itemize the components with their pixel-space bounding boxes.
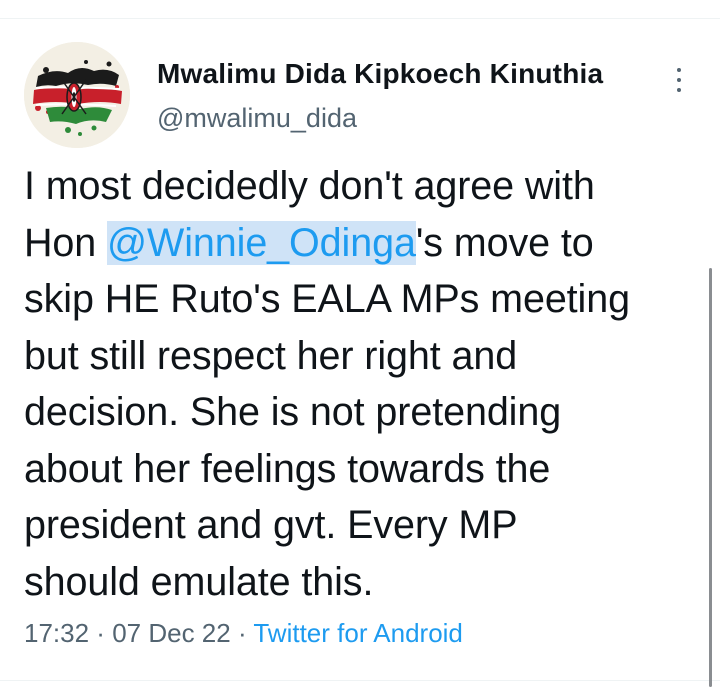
scrollbar[interactable] [709, 268, 712, 687]
kenya-flag-splatter-avatar-icon [24, 42, 130, 148]
more-vertical-icon[interactable] [664, 60, 694, 100]
tweet-line: skip HE Ruto's EALA MPs meeting [24, 277, 630, 321]
source-link[interactable]: Twitter for Android [253, 618, 463, 648]
tweet-line: decision. She is not pretending [24, 390, 562, 434]
tweet-text-segment: Hon [24, 220, 108, 265]
meta-separator: · [230, 618, 254, 648]
tweet-text: I most decidedly don't agree with Hon @W… [24, 158, 704, 610]
avatar[interactable] [24, 42, 130, 148]
tweet-date[interactable]: 07 Dec 22 [112, 618, 231, 648]
mention-link[interactable]: @Winnie_Odinga [107, 220, 416, 265]
bottom-divider [0, 680, 720, 681]
meta-separator: · [89, 618, 113, 648]
display-name[interactable]: Mwalimu Dida Kipkoech Kinuthia [157, 58, 603, 90]
tweet-line: but still respect her right and [24, 333, 518, 378]
tweet-line: Hon @Winnie_Odinga's move to [24, 215, 704, 272]
tweet-time[interactable]: 17:32 [24, 618, 89, 648]
handle[interactable]: @mwalimu_dida [157, 103, 357, 134]
tweet-line: should emulate this. [24, 559, 374, 604]
tweet-text-segment: 's move to [415, 220, 594, 265]
tweet-line: I most decidedly don't agree with [24, 164, 595, 208]
top-divider [0, 18, 720, 19]
tweet-line: president and gvt. Every MP [24, 503, 518, 547]
tweet-meta: 17:32 · 07 Dec 22 · Twitter for Android [24, 618, 463, 649]
tweet-line: about her feelings towards the [24, 446, 551, 491]
